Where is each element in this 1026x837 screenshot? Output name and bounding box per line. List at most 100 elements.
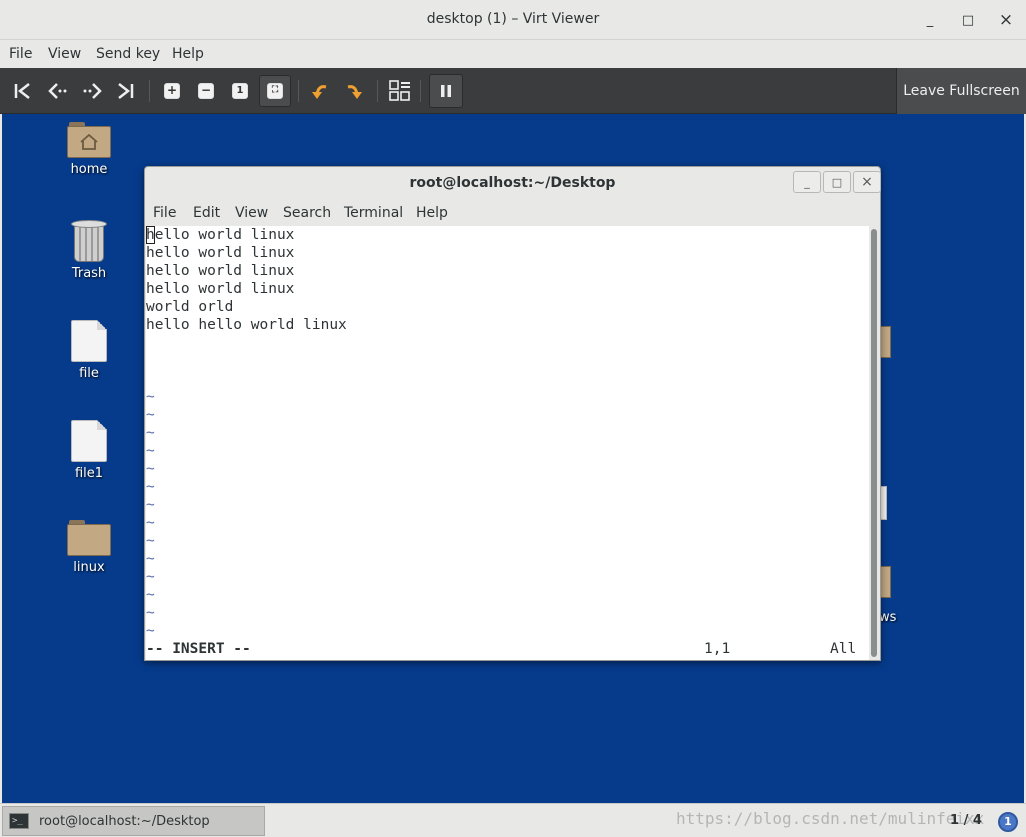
empty-line-marker: ~ <box>146 479 155 495</box>
desktop-icon-file[interactable]: file <box>49 320 129 381</box>
text-line: hello hello world linux <box>146 317 347 333</box>
workspace-indicator[interactable]: 1 / 4 <box>950 813 982 828</box>
empty-line-marker: ~ <box>146 515 155 531</box>
text-line: hello world linux <box>146 281 295 297</box>
undo-button[interactable] <box>306 77 334 105</box>
desktop-icon-linux[interactable]: linux <box>49 520 129 575</box>
notification-badge[interactable]: 1 <box>998 812 1018 832</box>
back-button[interactable] <box>44 77 72 105</box>
close-button[interactable]: × <box>995 9 1017 31</box>
maximize-icon: □ <box>831 175 843 189</box>
desktop-icon-label: file1 <box>74 466 104 481</box>
terminal-minimize-button[interactable]: _ <box>793 171 821 193</box>
folder-icon <box>67 520 111 556</box>
terminal-maximize-button[interactable]: □ <box>823 171 851 193</box>
last-button[interactable] <box>111 77 139 105</box>
empty-line-marker: ~ <box>146 443 155 459</box>
desktop-icon-trash[interactable]: Trash <box>49 220 129 281</box>
app-menubar: File View Send key Help <box>0 40 1026 68</box>
back-icon <box>48 83 67 99</box>
terminal-menu-edit[interactable]: Edit <box>193 205 220 221</box>
scrollbar-thumb[interactable] <box>871 229 877 657</box>
grid-icon <box>389 80 410 101</box>
minimize-icon: _ <box>926 12 934 28</box>
empty-line-marker: ~ <box>146 533 155 549</box>
first-icon <box>14 83 30 99</box>
pause-button[interactable] <box>429 74 463 108</box>
vim-cursor-position: 1,1 <box>704 641 731 657</box>
empty-line-marker: ~ <box>146 623 155 639</box>
forward-icon <box>83 83 102 99</box>
desktop-icon-file1[interactable]: file1 <box>49 420 129 481</box>
close-icon: × <box>998 10 1014 30</box>
empty-line-marker: ~ <box>146 389 155 405</box>
desktop-icon-label: linux <box>73 560 105 575</box>
desktop-icon-label: home <box>70 162 108 177</box>
terminal-close-button[interactable]: × <box>853 171 881 193</box>
vim-scroll-scope: All <box>830 641 857 657</box>
viewer-toolbar: + − 1 ⛶ <box>0 68 1026 114</box>
text-line: world orld <box>146 299 234 315</box>
toolbar-separator <box>298 80 299 102</box>
file-icon <box>71 320 107 362</box>
text-cursor <box>146 226 155 244</box>
text-line: hello world linux <box>146 227 295 243</box>
menu-help[interactable]: Help <box>172 46 204 62</box>
desktop-icon-home[interactable]: home <box>49 122 129 177</box>
toolbar-separator <box>149 80 150 102</box>
empty-line-marker: ~ <box>146 425 155 441</box>
zoom-out-button[interactable]: − <box>192 77 220 105</box>
undo-icon <box>312 85 327 99</box>
terminal-title: root@localhost:~/Desktop <box>409 175 616 191</box>
zoom-reset-icon: 1 <box>232 83 248 99</box>
menu-file[interactable]: File <box>9 46 32 62</box>
taskbar-item-label: root@localhost:~/Desktop <box>39 813 210 829</box>
desktop-icon-label: file <box>79 366 99 381</box>
redo-icon <box>347 85 362 99</box>
minimize-button[interactable]: _ <box>919 9 941 31</box>
taskbar-item-terminal[interactable]: >_ root@localhost:~/Desktop <box>2 806 265 836</box>
minimize-icon: _ <box>804 175 810 189</box>
terminal-icon: >_ <box>9 813 29 829</box>
grid-button[interactable] <box>386 77 414 105</box>
text-line: hello world linux <box>146 245 295 261</box>
toolbar-separator <box>420 80 421 102</box>
terminal-window[interactable]: root@localhost:~/Desktop _ □ × File Edit… <box>144 166 881 661</box>
forward-button[interactable] <box>78 77 106 105</box>
toolbar-separator <box>377 80 378 102</box>
maximize-icon: □ <box>961 12 975 28</box>
redo-button[interactable] <box>340 77 368 105</box>
zoom-in-button[interactable]: + <box>158 77 186 105</box>
empty-line-marker: ~ <box>146 569 155 585</box>
zoom-out-icon: − <box>198 83 214 99</box>
home-folder-icon <box>67 122 111 158</box>
trash-icon <box>71 220 107 262</box>
window-title: desktop (1) – Virt Viewer <box>426 11 600 27</box>
empty-line-marker: ~ <box>146 461 155 477</box>
terminal-menu-help[interactable]: Help <box>416 205 448 221</box>
terminal-menu-view[interactable]: View <box>235 205 268 221</box>
window-titlebar: desktop (1) – Virt Viewer _ □ × <box>0 0 1026 40</box>
zoom-reset-button[interactable]: 1 <box>226 77 254 105</box>
first-button[interactable] <box>10 77 38 105</box>
menu-view[interactable]: View <box>48 46 81 62</box>
desktop-icon-label: ws <box>879 610 897 625</box>
menu-send-key[interactable]: Send key <box>96 46 160 62</box>
zoom-in-icon: + <box>164 83 180 99</box>
terminal-menu-terminal[interactable]: Terminal <box>344 205 403 221</box>
desktop-icon-label: Trash <box>71 266 107 281</box>
terminal-scrollbar[interactable] <box>869 226 880 660</box>
vim-mode-indicator: -- INSERT -- <box>146 641 251 657</box>
fit-screen-button[interactable]: ⛶ <box>259 75 291 107</box>
leave-fullscreen-button[interactable]: Leave Fullscreen <box>896 68 1026 114</box>
watermark: https://blog.csdn.net/mulinfeixx <box>676 809 985 828</box>
text-line: hello world linux <box>146 263 295 279</box>
terminal-menu-search[interactable]: Search <box>283 205 331 221</box>
fit-screen-icon: ⛶ <box>267 83 283 99</box>
empty-line-marker: ~ <box>146 497 155 513</box>
empty-line-marker: ~ <box>146 587 155 603</box>
empty-line-marker: ~ <box>146 407 155 423</box>
maximize-button[interactable]: □ <box>957 9 979 31</box>
terminal-menu-file[interactable]: File <box>153 205 176 221</box>
terminal-screen[interactable]: hello world linux hello world linux hell… <box>146 226 869 660</box>
